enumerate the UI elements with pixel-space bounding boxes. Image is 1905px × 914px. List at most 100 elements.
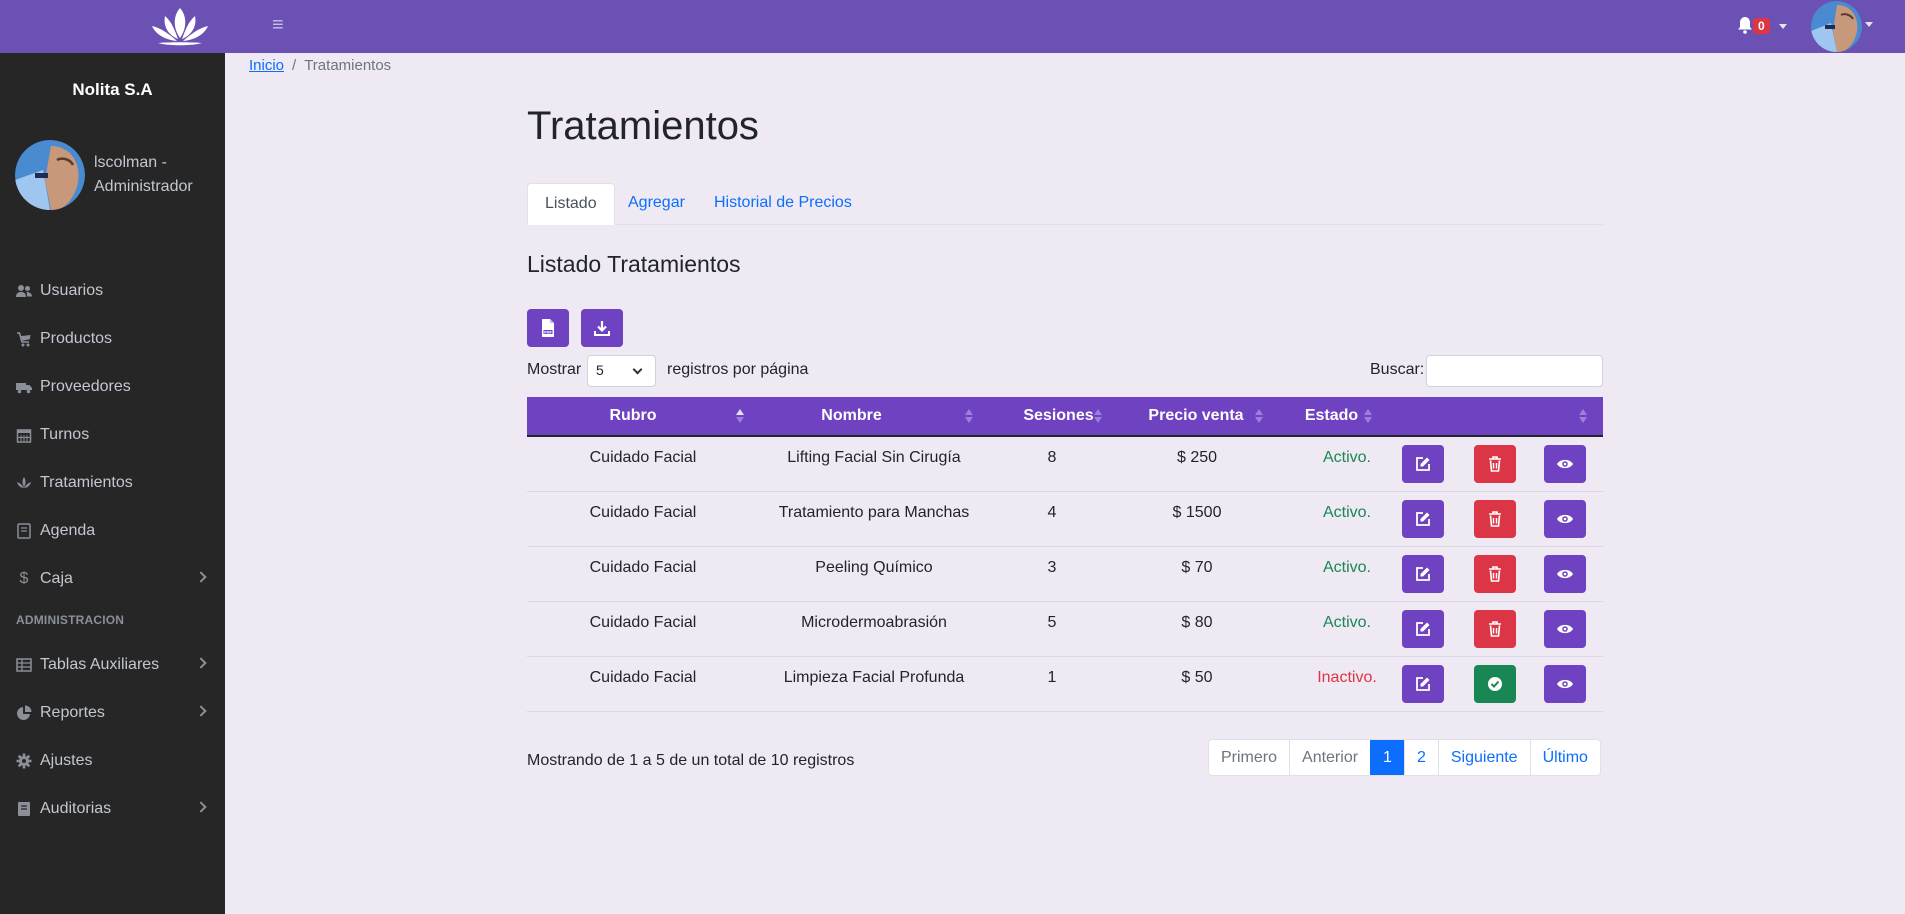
menu-toggle-icon[interactable]: ≡ <box>272 14 284 36</box>
page-title: Tratamientos <box>527 104 759 148</box>
edit-button[interactable] <box>1402 500 1444 538</box>
sidebar-item-tratamientos[interactable]: Tratamientos <box>0 463 225 503</box>
breadcrumb-separator: / <box>292 57 297 74</box>
chevron-right-icon <box>195 705 207 717</box>
edit-icon <box>1416 677 1430 691</box>
view-button[interactable] <box>1544 500 1586 538</box>
column-header-nombre[interactable]: Nombre <box>739 397 964 435</box>
page-next-button[interactable]: Siguiente <box>1437 740 1530 775</box>
sort-icon <box>1094 409 1102 423</box>
page-previous-button[interactable]: Anterior <box>1289 740 1370 775</box>
sidebar-item-productos[interactable]: Productos <box>0 319 225 359</box>
sidebar-item-proveedores[interactable]: Proveedores <box>0 367 225 407</box>
sidebar-item-turnos[interactable]: Turnos <box>0 415 225 455</box>
cell-rubro: Cuidado Facial <box>589 669 697 686</box>
sidebar-item-ajustes[interactable]: Ajustes <box>0 741 225 781</box>
page-2-button[interactable]: 2 <box>1403 740 1438 775</box>
column-header-rubro[interactable]: Rubro <box>527 397 739 435</box>
page-length-select[interactable]: 5 <box>587 355 656 387</box>
column-header-label: Precio venta <box>1148 407 1244 424</box>
search-input[interactable] <box>1426 355 1603 387</box>
book-icon <box>18 802 30 816</box>
cell-estado: Activo. <box>1322 559 1371 576</box>
column-header-precio-venta[interactable]: Precio venta <box>1114 397 1278 435</box>
table-row: Cuidado Facial Limpieza Facial Profunda … <box>527 657 1603 712</box>
delete-button[interactable] <box>1474 610 1516 648</box>
cell-precio: $ 250 <box>1176 449 1218 466</box>
sidebar-user-name[interactable]: lscolman - Administrador <box>94 151 219 199</box>
cell-rubro: Cuidado Facial <box>589 559 697 576</box>
edit-button[interactable] <box>1402 445 1444 483</box>
sidebar-item-tablas-auxiliares[interactable]: Tablas Auxiliares <box>0 645 225 685</box>
sidebar-item-label: Ajustes <box>40 752 93 769</box>
lotus-logo-icon[interactable] <box>148 4 212 48</box>
sort-icon <box>1364 409 1372 423</box>
cell-estado: Activo. <box>1322 504 1371 521</box>
bell-icon[interactable] <box>1737 16 1753 34</box>
truck-icon <box>16 383 32 394</box>
sidebar-item-reportes[interactable]: Reportes <box>0 693 225 733</box>
sidebar-avatar <box>15 140 85 210</box>
gear-icon <box>16 753 32 769</box>
view-button[interactable] <box>1544 610 1586 648</box>
sidebar-item-label: Tablas Auxiliares <box>40 656 160 673</box>
sidebar-item-label: Agenda <box>40 522 96 539</box>
eye-icon <box>1557 514 1573 524</box>
tab-listado[interactable]: Listado <box>527 183 615 225</box>
top-navbar: ≡ 0 <box>0 0 1905 53</box>
calendar-icon <box>16 429 32 443</box>
breadcrumb-current: Tratamientos <box>304 57 392 74</box>
activate-button[interactable] <box>1474 665 1516 703</box>
notification-count-badge[interactable]: 0 <box>1753 18 1770 34</box>
view-button[interactable] <box>1544 445 1586 483</box>
sidebar-item-agenda[interactable]: Agenda <box>0 511 225 551</box>
trash-icon <box>1489 511 1501 527</box>
edit-button[interactable] <box>1402 555 1444 593</box>
sidebar-item-label: Auditorias <box>40 800 112 817</box>
column-header-label: Rubro <box>609 407 657 424</box>
tab-historial-precios[interactable]: Historial de Precios <box>697 183 869 225</box>
sidebar-item-auditorias[interactable]: Auditorias <box>0 789 225 829</box>
eye-icon <box>1557 569 1573 579</box>
delete-button[interactable] <box>1474 445 1516 483</box>
download-button[interactable] <box>581 309 623 347</box>
cell-sesiones: 3 <box>1047 559 1057 576</box>
table-row: Cuidado Facial Lifting Facial Sin Cirugí… <box>527 437 1603 492</box>
eye-icon <box>1557 624 1573 634</box>
sidebar-item-label: Reportes <box>40 704 105 721</box>
cell-estado: Inactivo. <box>1317 669 1377 686</box>
edit-icon <box>1416 567 1430 581</box>
edit-button[interactable] <box>1402 610 1444 648</box>
table-header: Rubro Nombre Sesiones Precio venta Estad… <box>527 397 1603 437</box>
cell-precio: $ 50 <box>1181 669 1213 686</box>
sidebar-item-usuarios[interactable]: Usuarios <box>0 271 225 311</box>
section-title: Listado Tratamientos <box>527 251 741 277</box>
cell-precio: $ 80 <box>1181 614 1213 631</box>
table-icon <box>16 658 32 672</box>
edit-icon <box>1416 457 1430 471</box>
breadcrumb: Inicio / Tratamientos <box>249 57 391 74</box>
delete-button[interactable] <box>1474 500 1516 538</box>
export-pdf-button[interactable]: PDF <box>527 309 569 347</box>
page-length-label: Mostrar <box>527 361 582 378</box>
edit-button[interactable] <box>1402 665 1444 703</box>
delete-button[interactable] <box>1474 555 1516 593</box>
view-button[interactable] <box>1544 555 1586 593</box>
eye-icon <box>1557 679 1573 689</box>
table-row: Cuidado Facial Peeling Químico 3 $ 70 Ac… <box>527 547 1603 602</box>
user-avatar[interactable] <box>1811 1 1862 52</box>
breadcrumb-home-link[interactable]: Inicio <box>249 57 284 74</box>
user-menu-caret-icon[interactable] <box>1865 22 1873 27</box>
sidebar-item-caja[interactable]: $ Caja <box>0 559 225 599</box>
view-button[interactable] <box>1544 665 1586 703</box>
notifications-caret-icon[interactable] <box>1779 24 1787 29</box>
cell-precio: $ 70 <box>1181 559 1213 576</box>
tab-agregar[interactable]: Agregar <box>611 183 702 225</box>
page-last-button[interactable]: Último <box>1529 740 1600 775</box>
page-1-button[interactable]: 1 <box>1370 740 1404 775</box>
sidebar-section-header: ADMINISTRACION <box>16 613 125 627</box>
page-first-button[interactable]: Primero <box>1209 740 1289 775</box>
company-name[interactable]: Nolita S.A <box>0 80 225 100</box>
sidebar-item-label: Caja <box>40 570 73 587</box>
cell-estado: Activo. <box>1322 449 1371 466</box>
